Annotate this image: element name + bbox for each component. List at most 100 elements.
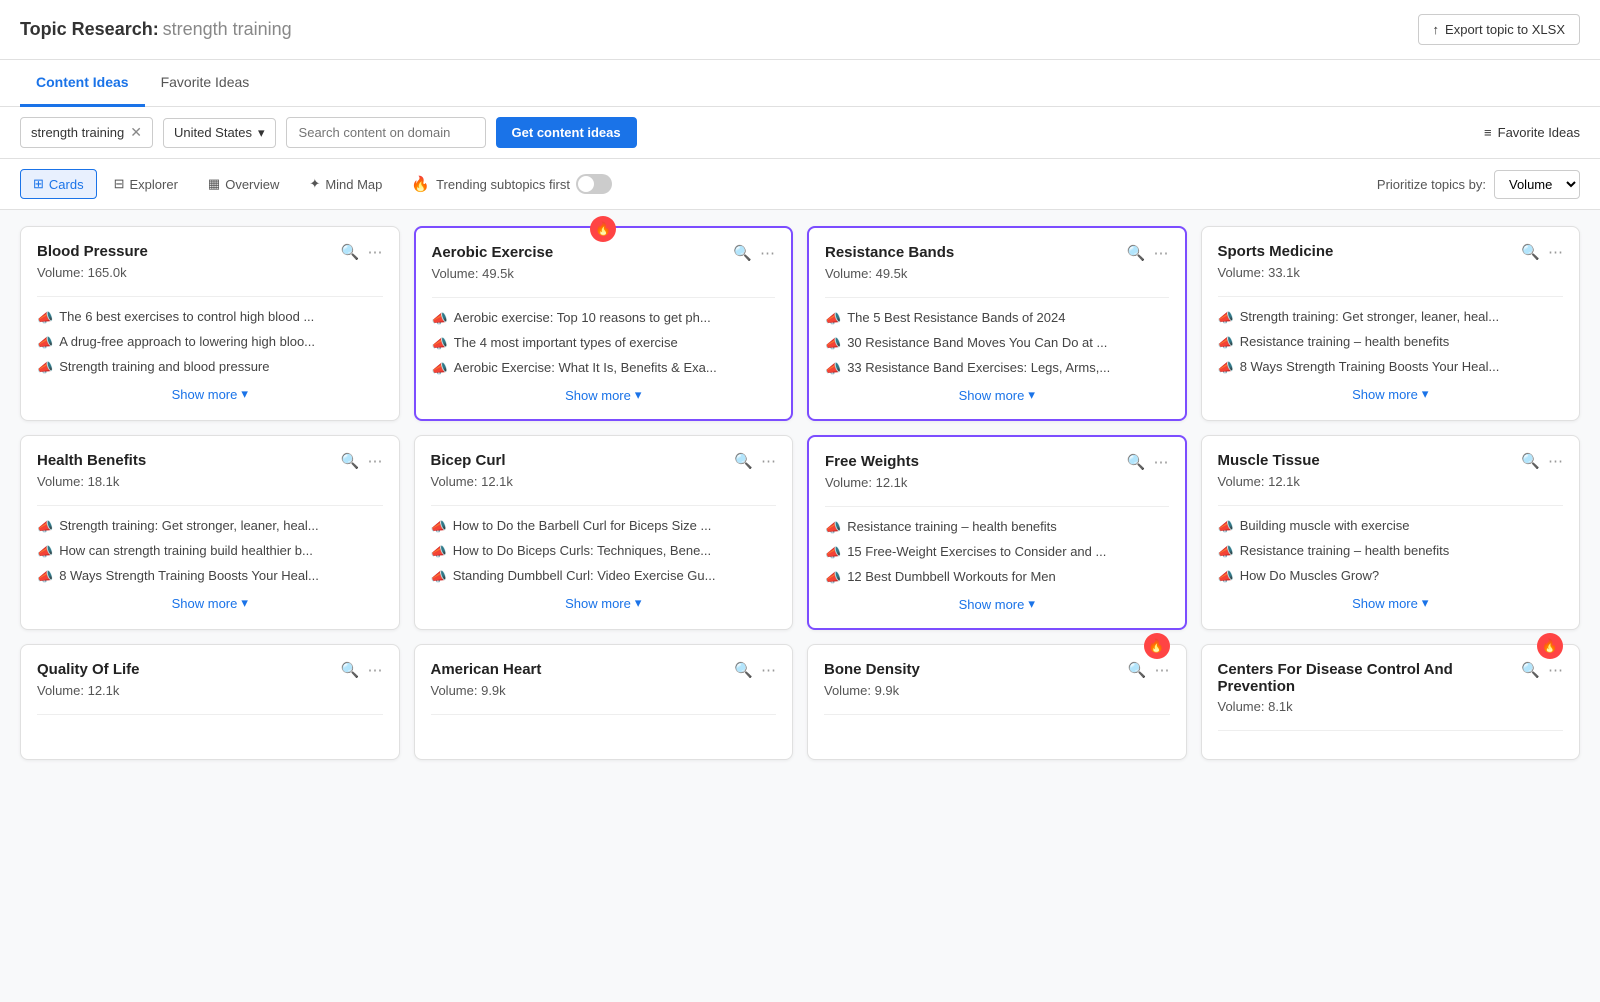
- card-actions: 🔍 ⋯: [341, 243, 383, 261]
- tab-content-ideas[interactable]: Content Ideas: [20, 60, 145, 107]
- card-item: Sports Medicine 🔍 ⋯ Volume: 33.1k 📣 Stre…: [1201, 226, 1581, 421]
- get-ideas-button[interactable]: Get content ideas: [496, 117, 637, 148]
- search-icon[interactable]: 🔍: [1127, 244, 1146, 262]
- fire-badge: 🔥: [1537, 633, 1563, 659]
- card-content-item: 📣 Standing Dumbbell Curl: Video Exercise…: [431, 568, 777, 585]
- volume-select[interactable]: Volume: [1494, 170, 1580, 199]
- card-content-item: 📣 30 Resistance Band Moves You Can Do at…: [825, 335, 1169, 352]
- megaphone-icon: 📣: [37, 360, 53, 376]
- domain-search-input[interactable]: [286, 117, 486, 148]
- export-button[interactable]: ↑ Export topic to XLSX: [1418, 14, 1580, 45]
- card-item: Free Weights 🔍 ⋯ Volume: 12.1k 📣 Resista…: [807, 435, 1187, 630]
- search-icon[interactable]: 🔍: [734, 661, 753, 679]
- card-content-item: 📣 Strength training and blood pressure: [37, 359, 383, 376]
- card-volume: Volume: 9.9k: [824, 683, 1170, 698]
- more-icon[interactable]: ⋯: [1548, 243, 1563, 261]
- search-icon[interactable]: 🔍: [341, 452, 360, 470]
- chevron-down-icon: ▾: [241, 386, 248, 402]
- show-more-button[interactable]: Show more ▾: [37, 386, 383, 402]
- megaphone-icon: 📣: [432, 311, 448, 327]
- view-mindmap-button[interactable]: ✦ Mind Map: [296, 169, 395, 199]
- clear-search-button[interactable]: ✕: [130, 124, 142, 141]
- more-icon[interactable]: ⋯: [368, 661, 383, 679]
- search-icon[interactable]: 🔍: [1127, 453, 1146, 471]
- card-item: 🔥 Centers For Disease Control And Preven…: [1201, 644, 1581, 760]
- search-icon[interactable]: 🔍: [1128, 661, 1147, 679]
- tab-favorite-ideas[interactable]: Favorite Ideas: [145, 60, 266, 107]
- show-more-button[interactable]: Show more ▾: [432, 387, 776, 403]
- more-icon[interactable]: ⋯: [760, 244, 775, 262]
- card-divider: [37, 714, 383, 715]
- search-icon[interactable]: 🔍: [733, 244, 752, 262]
- show-more-button[interactable]: Show more ▾: [825, 596, 1169, 612]
- search-icon[interactable]: 🔍: [1521, 661, 1540, 679]
- view-explorer-button[interactable]: ⊟ Explorer: [101, 169, 191, 199]
- card-actions: 🔍 ⋯: [1127, 244, 1169, 262]
- more-icon[interactable]: ⋯: [761, 452, 776, 470]
- card-content-item: 📣 The 5 Best Resistance Bands of 2024: [825, 310, 1169, 327]
- more-icon[interactable]: ⋯: [368, 243, 383, 261]
- card-title: Resistance Bands: [825, 244, 954, 261]
- card-divider: [1218, 505, 1564, 506]
- megaphone-icon: 📣: [1218, 335, 1234, 351]
- card-title: Quality Of Life: [37, 661, 140, 678]
- card-header: Bone Density 🔍 ⋯: [824, 661, 1170, 679]
- card-volume: Volume: 12.1k: [37, 683, 383, 698]
- card-header: Health Benefits 🔍 ⋯: [37, 452, 383, 470]
- card-title: Blood Pressure: [37, 243, 148, 260]
- card-content-item: 📣 The 4 most important types of exercise: [432, 335, 776, 352]
- megaphone-icon: 📣: [37, 310, 53, 326]
- card-content-item: 📣 8 Ways Strength Training Boosts Your H…: [1218, 359, 1564, 376]
- card-content-item: 📣 A drug-free approach to lowering high …: [37, 334, 383, 351]
- more-icon[interactable]: ⋯: [1548, 452, 1563, 470]
- card-content-item: 📣 How can strength training build health…: [37, 543, 383, 560]
- card-divider: [1218, 296, 1564, 297]
- card-content-item: 📣 The 6 best exercises to control high b…: [37, 309, 383, 326]
- more-icon[interactable]: ⋯: [368, 452, 383, 470]
- search-icon[interactable]: 🔍: [341, 243, 360, 261]
- trending-toggle[interactable]: [576, 174, 612, 194]
- card-content-item: 📣 15 Free-Weight Exercises to Consider a…: [825, 544, 1169, 561]
- more-icon[interactable]: ⋯: [1155, 661, 1170, 679]
- more-icon[interactable]: ⋯: [1154, 453, 1169, 471]
- card-divider: [825, 297, 1169, 298]
- view-overview-button[interactable]: ▦ Overview: [195, 169, 292, 199]
- megaphone-icon: 📣: [37, 519, 53, 535]
- view-cards-button[interactable]: ⊞ Cards: [20, 169, 97, 199]
- card-content-item: 📣 Aerobic Exercise: What It Is, Benefits…: [432, 360, 776, 377]
- show-more-button[interactable]: Show more ▾: [1218, 386, 1564, 402]
- card-title: American Heart: [431, 661, 542, 678]
- card-item: Blood Pressure 🔍 ⋯ Volume: 165.0k 📣 The …: [20, 226, 400, 421]
- megaphone-icon: 📣: [1218, 360, 1234, 376]
- card-content-item: 📣 Aerobic exercise: Top 10 reasons to ge…: [432, 310, 776, 327]
- chevron-down-icon: ▾: [258, 125, 265, 141]
- show-more-button[interactable]: Show more ▾: [825, 387, 1169, 403]
- favorite-ideas-link[interactable]: ≡ Favorite Ideas: [1484, 125, 1580, 140]
- card-title: Aerobic Exercise: [432, 244, 554, 261]
- show-more-button[interactable]: Show more ▾: [431, 595, 777, 611]
- search-icon[interactable]: 🔍: [1521, 452, 1540, 470]
- show-more-button[interactable]: Show more ▾: [1218, 595, 1564, 611]
- prioritize-label: Prioritize topics by: Volume: [1377, 170, 1580, 199]
- more-icon[interactable]: ⋯: [1548, 661, 1563, 679]
- megaphone-icon: 📣: [431, 569, 447, 585]
- country-dropdown[interactable]: United States ▾: [163, 118, 276, 148]
- card-volume: Volume: 12.1k: [825, 475, 1169, 490]
- card-volume: Volume: 18.1k: [37, 474, 383, 489]
- search-icon[interactable]: 🔍: [734, 452, 753, 470]
- search-icon[interactable]: 🔍: [341, 661, 360, 679]
- card-volume: Volume: 12.1k: [431, 474, 777, 489]
- megaphone-icon: 📣: [37, 569, 53, 585]
- chevron-down-icon: ▾: [1028, 387, 1035, 403]
- more-icon[interactable]: ⋯: [1154, 244, 1169, 262]
- card-actions: 🔍 ⋯: [1128, 661, 1170, 679]
- card-title: Bicep Curl: [431, 452, 506, 469]
- card-divider: [432, 297, 776, 298]
- megaphone-icon: 📣: [1218, 310, 1234, 326]
- card-volume: Volume: 49.5k: [432, 266, 776, 281]
- card-content-item: 📣 Building muscle with exercise: [1218, 518, 1564, 535]
- show-more-button[interactable]: Show more ▾: [37, 595, 383, 611]
- more-icon[interactable]: ⋯: [761, 661, 776, 679]
- card-actions: 🔍 ⋯: [733, 244, 775, 262]
- search-icon[interactable]: 🔍: [1521, 243, 1540, 261]
